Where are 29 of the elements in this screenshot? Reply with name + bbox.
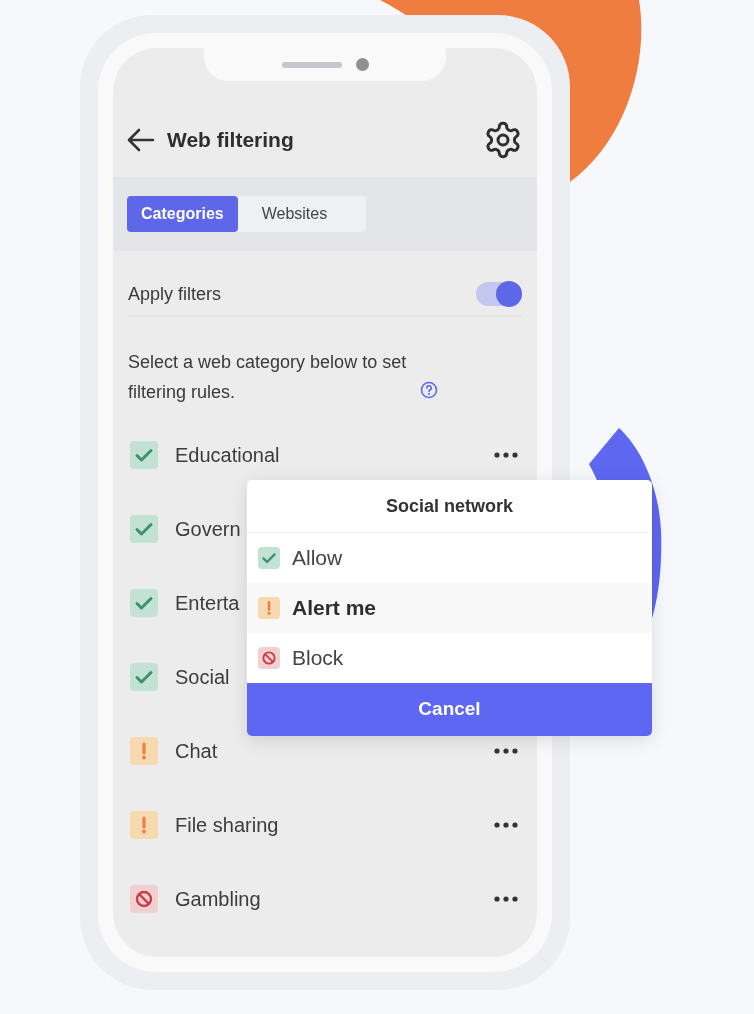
tab[interactable]: Categories bbox=[127, 196, 238, 232]
category-name[interactable]: Social bbox=[175, 662, 230, 692]
more-options-icon[interactable] bbox=[494, 896, 518, 902]
option-label: Block bbox=[292, 645, 344, 672]
category-name[interactable]: Educational bbox=[175, 440, 280, 470]
settings-icon[interactable] bbox=[483, 120, 523, 160]
help-icon[interactable] bbox=[420, 381, 438, 399]
apply-filters-label: Apply filters bbox=[128, 282, 222, 306]
option-label: Allow bbox=[292, 545, 343, 572]
cancel-button[interactable]: Cancel bbox=[247, 683, 652, 736]
tab[interactable]: Websites bbox=[237, 196, 352, 232]
popup-option[interactable]: Allow bbox=[247, 533, 652, 583]
option-label: Alert me bbox=[292, 595, 377, 622]
popup-option[interactable]: Block bbox=[247, 633, 652, 683]
popup-title: Social network bbox=[385, 494, 513, 518]
back-arrow-icon[interactable] bbox=[127, 128, 155, 152]
more-options-icon[interactable] bbox=[494, 452, 518, 458]
more-options-icon[interactable] bbox=[494, 822, 518, 828]
category-name[interactable]: Chat bbox=[175, 736, 218, 766]
category-name[interactable]: File sharing bbox=[175, 810, 279, 840]
category-name[interactable]: Govern bbox=[175, 514, 241, 544]
category-name[interactable]: Enterta bbox=[175, 588, 240, 618]
description-text: Select a web category below to set filtering rules. bbox=[128, 351, 408, 404]
apply-filters-toggle[interactable] bbox=[476, 282, 522, 306]
page-title: Web filtering bbox=[167, 127, 294, 154]
category-name[interactable]: Gambling bbox=[175, 884, 261, 914]
speaker-grille bbox=[281, 61, 342, 68]
popup-option[interactable]: Alert me bbox=[247, 583, 652, 633]
more-options-icon[interactable] bbox=[494, 748, 518, 754]
